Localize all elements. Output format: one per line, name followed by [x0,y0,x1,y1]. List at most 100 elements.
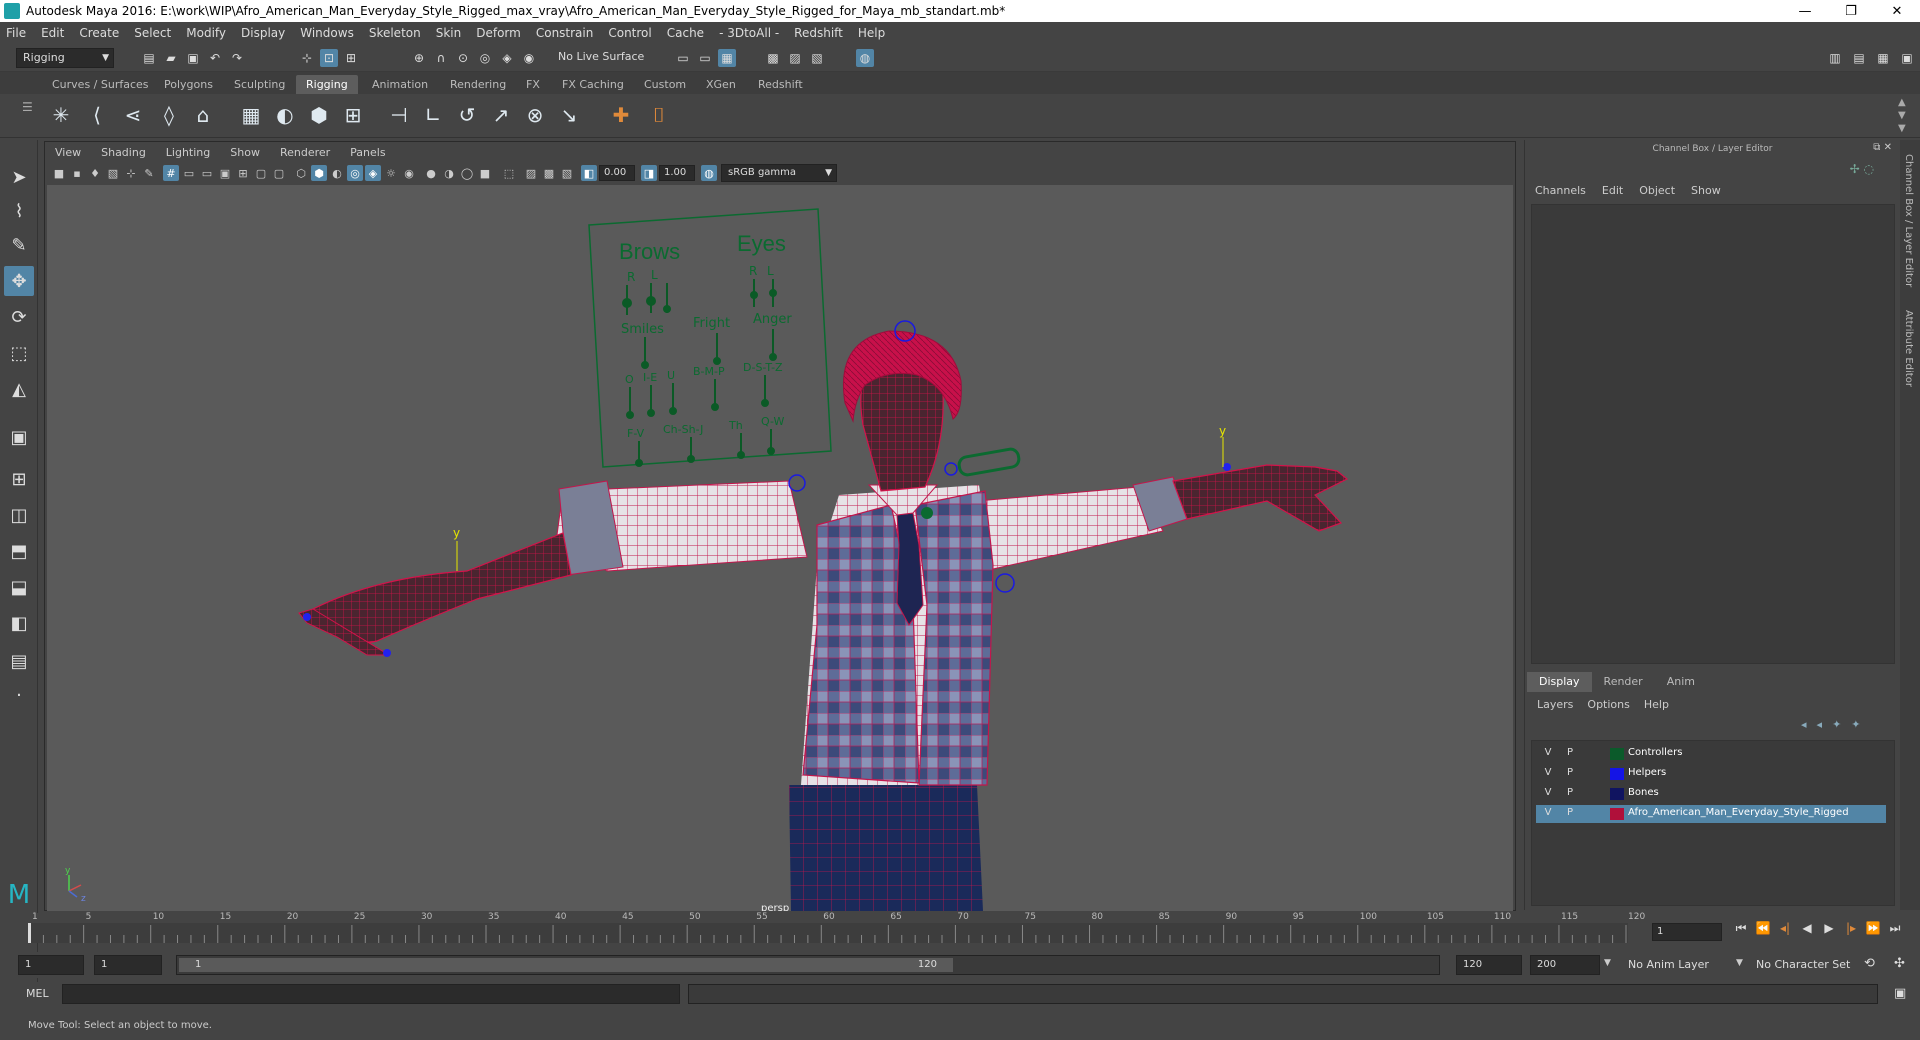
character-set-label[interactable]: No Character Set [1756,958,1850,971]
range-slider-track[interactable]: 1 120 [176,955,1440,975]
tab-polygons[interactable]: Polygons [154,75,223,94]
tab-xgen[interactable]: XGen [696,75,746,94]
layer-playback-toggle[interactable]: P [1562,765,1578,781]
channel-options-icon[interactable]: ✢ ◌ [1850,162,1874,176]
smooth-shade-icon[interactable]: ⬢ [311,165,327,181]
tool-settings-icon[interactable]: ▦ [1874,49,1892,67]
new-layer-icon[interactable]: ✦ [1832,718,1841,731]
menu-deform[interactable]: Deform [476,26,521,40]
layer-color-swatch[interactable] [1610,768,1624,780]
menu-control[interactable]: Control [608,26,651,40]
render-frame-icon[interactable]: ▩ [764,49,782,67]
tab-fx[interactable]: FX [516,75,550,94]
tab-rendering[interactable]: Rendering [440,75,516,94]
joint-tool-icon[interactable]: ✳ [46,100,76,130]
save-scene-icon[interactable]: ▣ [184,49,202,67]
textured-icon[interactable]: ◈ [365,165,381,181]
anim-preferences-icon[interactable]: ✣ [1894,956,1905,971]
time-slider[interactable]: 1 5 10 15 20 25 30 35 40 45 50 55 60 65 70 75 80 85 90 95 10… [22,912,1645,943]
panel-menu-lighting[interactable]: Lighting [166,146,210,159]
command-input[interactable] [62,984,680,1004]
safe-title-icon[interactable]: ▢ [271,165,287,181]
aim-constraint-icon[interactable]: ∟ [418,100,448,130]
channel-box-toggle-icon[interactable]: ▤ [1850,49,1868,67]
antialiasing-icon[interactable]: ◯ [459,165,475,181]
menu-skin[interactable]: Skin [436,26,462,40]
custom-layout-icon[interactable]: · [4,680,34,710]
ik-handle-icon[interactable]: ⟨ [82,100,112,130]
pole-vector-icon[interactable]: ↘ [554,100,584,130]
tab-curves-surfaces[interactable]: Curves / Surfaces [42,75,159,94]
step-forward-frame-icon[interactable]: |▸ [1840,921,1862,936]
camera-select-icon[interactable]: ■ [51,165,67,181]
layer-visible-toggle[interactable]: V [1540,785,1556,801]
xray-components-icon[interactable]: ▧ [559,165,575,181]
shelf-menu-icon[interactable]: ☰ [22,100,33,114]
layer-row-character[interactable]: V P Afro_American_Man_Everyday_Style_Rig… [1536,805,1886,823]
layer-visible-toggle[interactable]: V [1540,765,1556,781]
rotate-tool-icon[interactable]: ⟳ [4,302,34,332]
tab-rigging[interactable]: Rigging [296,75,358,94]
tab-redshift[interactable]: Redshift [748,75,813,94]
command-language-label[interactable]: MEL [26,987,49,1000]
panel-menu-shading[interactable]: Shading [101,146,146,159]
panel-menu-panels[interactable]: Panels [350,146,385,159]
tab-sculpting[interactable]: Sculpting [224,75,295,94]
single-perspective-layout-icon[interactable]: ▣ [4,422,34,452]
snap-grid-icon[interactable]: ⊕ [410,49,428,67]
gamma-icon[interactable]: ◨ [641,165,657,181]
scene-start-field[interactable]: 1 [18,955,84,975]
select-hierarchy-icon[interactable]: ⊹ [298,49,316,67]
layer-playback-toggle[interactable]: P [1562,785,1578,801]
move-tool-icon[interactable]: ✥ [4,266,34,296]
channel-menu-edit[interactable]: Edit [1602,184,1623,197]
outliner-layout-icon[interactable]: ▤ [4,646,34,676]
snap-point-icon[interactable]: ⊙ [454,49,472,67]
scale-tool-icon[interactable]: ⬚ [4,338,34,368]
paint-weights-icon[interactable]: ◐ [270,100,300,130]
layer-playback-toggle[interactable]: P [1562,805,1578,821]
move-layer-down-icon[interactable]: ◂ [1817,718,1823,731]
last-tool-icon[interactable]: ◭ [4,374,34,404]
menu-skeleton[interactable]: Skeleton [369,26,421,40]
gate-mask-icon[interactable]: ▣ [217,165,233,181]
menu-select[interactable]: Select [134,26,171,40]
tab-anim[interactable]: Anim [1655,672,1707,692]
step-forward-key-icon[interactable]: ⏩ [1862,921,1884,936]
lasso-tool-icon[interactable]: ⌇ [4,196,34,226]
menu-edit[interactable]: Edit [41,26,64,40]
screen-space-ao-icon[interactable]: ● [423,165,439,181]
menu-display[interactable]: Display [241,26,285,40]
2d-pan-zoom-icon[interactable]: ⊹ [123,165,139,181]
menu-cache[interactable]: Cache [667,26,704,40]
panel-menu-renderer[interactable]: Renderer [280,146,330,159]
film-gate-icon[interactable]: ▭ [181,165,197,181]
exposure-icon[interactable]: ◧ [581,165,597,181]
step-back-key-icon[interactable]: ⏪ [1752,921,1774,936]
snap-curve-icon[interactable]: ∩ [432,49,450,67]
lights-icon[interactable]: ☼ [383,165,399,181]
script-editor-icon[interactable]: ▣ [1894,986,1906,1001]
layer-menu-options[interactable]: Options [1587,698,1629,711]
select-object-icon[interactable]: ⊡ [320,49,338,67]
motion-blur-icon[interactable]: ◑ [441,165,457,181]
undo-icon[interactable]: ↶ [206,49,224,67]
image-plane-icon[interactable]: ▧ [105,165,121,181]
side-by-side-layout-icon[interactable]: ◫ [4,500,34,530]
wireframe-icon[interactable]: ⬡ [293,165,309,181]
go-to-end-icon[interactable]: ⏭ [1884,921,1906,936]
layer-color-swatch[interactable] [1610,808,1624,820]
persp-graph-layout-icon[interactable]: ⬓ [4,572,34,602]
menu-constrain[interactable]: Constrain [536,26,594,40]
float-panel-icon[interactable]: ⧉ ✕ [1873,142,1892,153]
play-forwards-icon[interactable]: ▶ [1818,921,1840,936]
hypershade-icon[interactable]: ◍ [856,49,874,67]
layer-menu-help[interactable]: Help [1644,698,1669,711]
camera-attr-icon[interactable]: ▪ [69,165,85,181]
quick-rig-icon[interactable]: ⌂ [188,100,218,130]
current-frame-field[interactable]: 1 [1652,923,1722,941]
color-space-dropdown[interactable]: sRGB gamma ▼ [721,164,837,182]
parent-constraint-icon[interactable]: ⊗ [520,100,550,130]
tab-animation[interactable]: Animation [362,75,438,94]
tab-display[interactable]: Display [1527,672,1592,692]
